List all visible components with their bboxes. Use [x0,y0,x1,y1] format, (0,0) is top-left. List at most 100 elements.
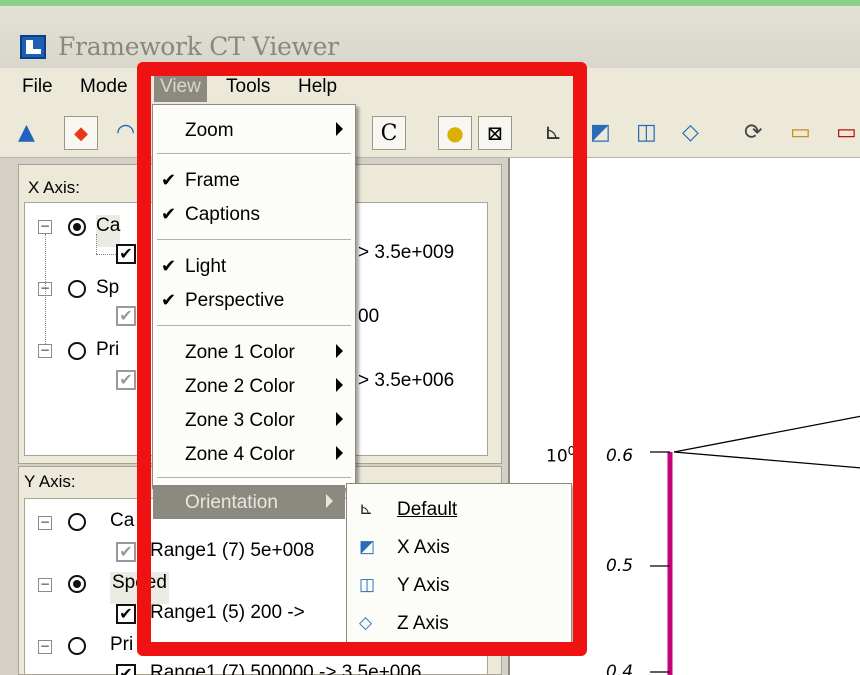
radio-x-sp[interactable] [68,280,86,298]
lightbulb-icon: ● [446,121,464,145]
menu-separator [157,477,351,479]
frame-icon: ⊠ [486,121,504,145]
menu-bar: File Mode View Tools Help [0,68,860,106]
menu-item-light[interactable]: ✔ Light [153,249,355,283]
menu-separator [157,153,351,155]
menu-item-captions[interactable]: ✔ Captions [153,197,355,231]
y-item-speed[interactable]: Speed [110,572,169,604]
submenu-arrow-icon [336,122,343,136]
chart-label-left: 100 [546,444,576,467]
y-pri-range: Range1 (7) 500000 -> 3.5e+006 [150,662,422,675]
submenu-item-z-axis[interactable]: ◇ Z Axis [347,604,571,642]
x-pri-range: > 3.5e+006 [358,370,455,391]
rainbow-icon[interactable]: ◠ [116,120,135,145]
submenu-arrow-icon [336,378,343,392]
expander-icon[interactable]: − [38,220,52,234]
orientation-z-icon[interactable]: ◇ [682,120,699,145]
c-button-label: C [380,120,398,146]
tree-line [96,234,97,254]
expander-icon[interactable]: − [38,640,52,654]
y-item-ca[interactable]: Ca [110,510,134,542]
menu-separator [157,239,351,241]
menu-item-frame[interactable]: ✔ Frame [153,163,355,197]
menu-item-zone2[interactable]: Zone 2 Color [153,369,355,403]
view-menu-dropdown: Zoom ✔ Frame ✔ Captions ✔ Light ✔ Perspe… [152,104,356,489]
submenu-item-x-axis[interactable]: ◩ X Axis [347,528,571,566]
chart-tick-04: 0.4 [606,662,634,675]
c-button[interactable]: C [372,116,406,150]
app-icon [20,35,46,59]
radio-x-pri[interactable] [68,342,86,360]
light-button[interactable]: ● [438,116,472,150]
check-y-ca[interactable]: ✔ [116,542,136,562]
submenu-arrow-icon [336,344,343,358]
y-axis-orientation-icon: ◫ [359,575,376,594]
menu-separator [157,325,351,327]
radio-y-ca[interactable] [68,513,86,531]
x-axis-label: X Axis: [28,178,80,197]
window-title: Framework CT Viewer [58,32,339,61]
menu-file[interactable]: File [22,76,53,98]
chart-line-lower [673,451,860,469]
radio-y-speed[interactable] [68,575,86,593]
orientation-x-icon[interactable]: ◩ [590,120,611,145]
toolbar: ▲ ◆ ◠ C ● ⊠ ⊾ ◩ ◫ ◇ ⟳ ▭ ▭ [0,106,860,158]
menu-item-zoom[interactable]: Zoom [153,113,355,147]
submenu-arrow-icon [336,446,343,460]
check-x-pri[interactable]: ✔ [116,370,136,390]
refresh-icon[interactable]: ⟳ [744,120,762,145]
check-x-sp[interactable]: ✔ [116,306,136,326]
chart-tick-06: 0.6 [606,446,634,466]
checkmark-icon: ✔ [161,256,177,276]
expander-icon[interactable]: − [38,578,52,592]
menu-item-perspective[interactable]: ✔ Perspective [153,283,355,317]
x-axis-orientation-icon: ◩ [359,537,376,556]
checkmark-icon: ✔ [161,170,177,190]
menu-item-zone4[interactable]: Zone 4 Color [153,437,355,471]
title-bar: Framework CT Viewer [0,0,860,68]
y-ca-range: Range1 (7) 5e+008 [150,540,315,561]
y-axis-label: Y Axis: [24,472,76,491]
menu-item-zone1[interactable]: Zone 1 Color [153,335,355,369]
menu-help[interactable]: Help [298,76,337,98]
x-item-sp[interactable]: Sp [96,277,119,309]
radio-x-ca[interactable] [68,218,86,236]
check-x-ca[interactable]: ✔ [116,244,136,264]
menu-item-zone3[interactable]: Zone 3 Color [153,403,355,437]
orientation-submenu: ⊾ Default ◩ X Axis ◫ Y Axis ◇ Z Axis [346,483,572,643]
menu-view[interactable]: View [154,72,207,102]
y-item-pri[interactable]: Pri [110,634,133,666]
default-orientation-icon: ⊾ [359,499,374,518]
check-y-pri[interactable]: ✔ [116,664,136,675]
submenu-arrow-icon [326,494,333,508]
menu-mode[interactable]: Mode [80,76,128,98]
submenu-item-y-axis[interactable]: ◫ Y Axis [347,566,571,604]
submenu-arrow-icon [336,412,343,426]
expander-icon[interactable]: − [38,344,52,358]
x-item-pri[interactable]: Pri [96,339,119,371]
expander-icon[interactable]: − [38,516,52,530]
check-y-speed[interactable]: ✔ [116,604,136,624]
x-item-ca[interactable]: Ca [96,215,121,247]
checkmark-icon: ✔ [161,204,177,224]
chart-tick-05: 0.5 [606,556,634,576]
tree-line [96,254,116,255]
y-speed-range: Range1 (5) 200 -> [150,602,305,623]
menu-item-orientation[interactable]: Orientation [153,485,345,519]
radio-y-pri[interactable] [68,637,86,655]
submenu-item-default[interactable]: ⊾ Default [347,490,571,528]
frame-button[interactable]: ⊠ [478,116,512,150]
menu-tools[interactable]: Tools [226,76,270,98]
checkmark-icon: ✔ [161,290,177,310]
surface-icon: ◆ [74,122,88,144]
x-sp-range: 00 [358,306,380,327]
export-icon[interactable]: ▭ [836,120,857,145]
chart-line-upper [673,415,860,453]
triangle-tool-icon[interactable]: ▲ [18,120,35,145]
tree-line [45,234,46,344]
orientation-default-icon[interactable]: ⊾ [544,120,562,145]
orientation-y-icon[interactable]: ◫ [636,120,657,145]
z-axis-orientation-icon: ◇ [359,613,373,632]
folder-icon[interactable]: ▭ [790,120,811,145]
color-surface-button[interactable]: ◆ [64,116,98,150]
